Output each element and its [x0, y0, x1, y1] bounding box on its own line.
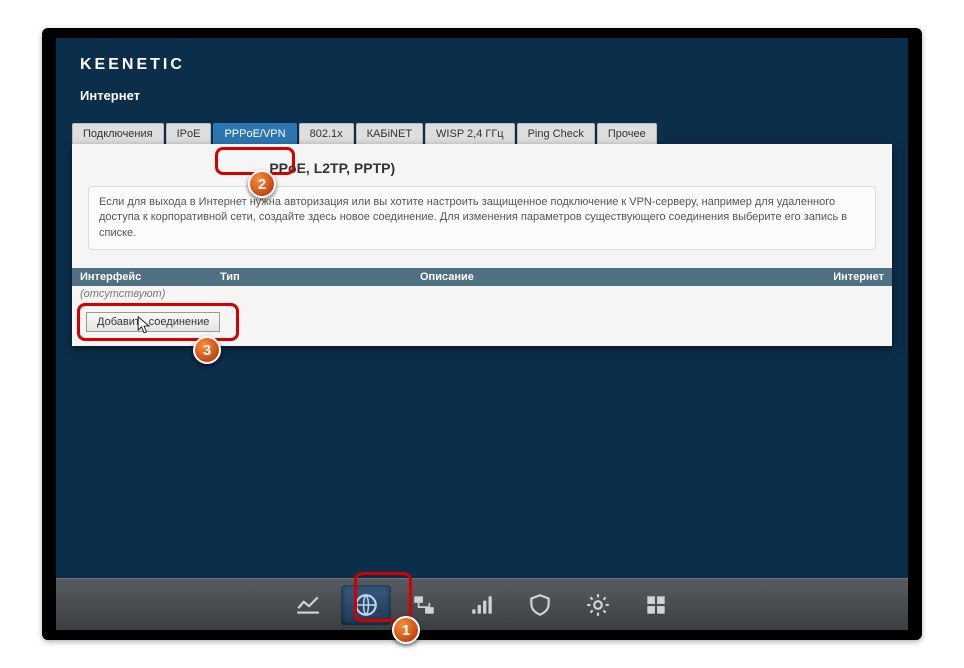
bottom-monitor[interactable]	[283, 585, 333, 625]
tab-other[interactable]: Прочее	[597, 123, 657, 144]
bottom-apps[interactable]	[631, 585, 681, 625]
bottom-settings[interactable]	[573, 585, 623, 625]
tab-ping-check[interactable]: Ping Check	[517, 123, 595, 144]
globe-icon	[353, 592, 379, 618]
tab-kabinet[interactable]: КАБiNET	[356, 123, 423, 144]
apps-icon	[643, 592, 669, 618]
panel-notice: Если для выхода в Интернет нужна авториз…	[88, 186, 876, 250]
bottom-network[interactable]	[399, 585, 449, 625]
bottom-bar	[56, 578, 908, 630]
tab-wisp[interactable]: WISP 2,4 ГГц	[425, 123, 515, 144]
network-icon	[411, 592, 437, 618]
bottom-globe[interactable]	[341, 585, 391, 625]
tab-connections[interactable]: Подключения	[72, 123, 164, 144]
table-empty-row: (отсутствуют)	[72, 286, 892, 302]
shield-icon	[527, 592, 553, 618]
gear-icon	[585, 592, 611, 618]
bottom-wifi[interactable]	[457, 585, 507, 625]
chart-icon	[295, 592, 321, 618]
panel-heading: Соединения с авторизациPPoE, L2TP, PPTP)	[88, 154, 876, 186]
screen: KEENETIC Интернет Подключения IPoE PPPoE…	[56, 38, 908, 630]
content-panel: Соединения с авторизациPPoE, L2TP, PPTP)…	[72, 144, 892, 346]
table-header: Интерфейс Тип Описание Интернет	[72, 268, 892, 286]
add-connection-button[interactable]: Добавить соединение	[86, 312, 220, 332]
device-frame: KEENETIC Интернет Подключения IPoE PPPoE…	[42, 28, 922, 640]
tab-pppoe-vpn[interactable]: PPPoE/VPN	[213, 123, 296, 144]
col-desc: Описание	[420, 271, 804, 283]
wifi-icon	[469, 592, 495, 618]
tabs-row: Подключения IPoE PPPoE/VPN 802.1x КАБiNE…	[56, 123, 908, 144]
header: KEENETIC Интернет	[56, 38, 908, 123]
tab-8021x[interactable]: 802.1x	[299, 123, 354, 144]
section-title: Интернет	[80, 88, 884, 103]
col-interface: Интерфейс	[80, 271, 220, 283]
col-type: Тип	[220, 271, 420, 283]
bottom-shield[interactable]	[515, 585, 565, 625]
tab-ipoe[interactable]: IPoE	[166, 123, 212, 144]
brand-logo: KEENETIC	[80, 56, 884, 74]
col-internet: Интернет	[804, 271, 884, 283]
